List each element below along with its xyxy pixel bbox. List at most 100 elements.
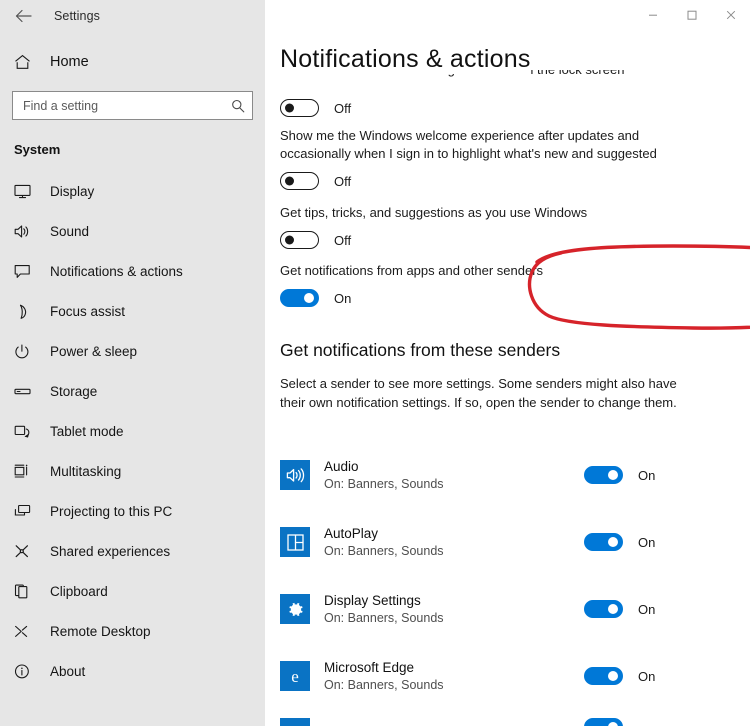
- moon-icon: [14, 304, 36, 319]
- setting-block-voip: Off: [280, 90, 351, 117]
- toggle-switch-welcome-experience[interactable]: [280, 172, 319, 190]
- list-item[interactable]: Audio On: Banners, Sounds On: [280, 450, 750, 500]
- sidebar-item-about[interactable]: About: [0, 651, 265, 691]
- sidebar-item-clipboard[interactable]: Clipboard: [0, 571, 265, 611]
- toggle-switch-voip[interactable]: [280, 99, 319, 117]
- sidebar-item-multitasking[interactable]: Multitasking: [0, 451, 265, 491]
- monitor-icon: [14, 184, 36, 199]
- remote-desktop-icon: [14, 624, 36, 639]
- toggle-row[interactable]: Off: [280, 231, 587, 249]
- toggle-switch-display-settings[interactable]: [584, 600, 623, 618]
- toggle-row[interactable]: On: [584, 667, 655, 685]
- toggle-switch-tips-tricks[interactable]: [280, 231, 319, 249]
- sidebar-item-home[interactable]: Home: [0, 43, 265, 81]
- tablet-icon: [14, 424, 36, 439]
- toggle-row[interactable]: Off: [280, 172, 700, 190]
- sender-status: On: Banners, Sounds: [324, 476, 444, 491]
- sidebar-item-label: Sound: [50, 223, 90, 239]
- clipboard-icon: [14, 584, 36, 599]
- list-item[interactable]: Display Settings On: Banners, Sounds On: [280, 584, 750, 634]
- toggle-state-label: On: [638, 534, 656, 550]
- toggle-state-label: On: [638, 467, 656, 483]
- edge-tile-icon: e: [280, 661, 310, 691]
- sender-meta: Audio On: Banners, Sounds: [324, 458, 444, 493]
- sender-meta: Microsoft Edge On: Banners, Sounds: [324, 659, 444, 694]
- setting-description: Get notifications from apps and other se…: [280, 263, 544, 278]
- sender-name: Microsoft Edge: [324, 659, 415, 675]
- toggle-row[interactable]: [584, 718, 623, 726]
- sidebar-item-label: Shared experiences: [50, 543, 171, 559]
- sidebar-item-label: Tablet mode: [50, 423, 124, 439]
- speaker-icon: [14, 224, 36, 239]
- power-icon: [14, 343, 36, 359]
- sidebar-home-label: Home: [50, 54, 89, 70]
- sidebar-item-shared-experiences[interactable]: Shared experiences: [0, 531, 265, 571]
- sidebar-item-tablet-mode[interactable]: Tablet mode: [0, 411, 265, 451]
- app-title: Settings: [54, 9, 100, 23]
- list-item[interactable]: AutoPlay On: Banners, Sounds On: [280, 517, 750, 567]
- sidebar-item-sound[interactable]: Sound: [0, 211, 265, 251]
- red-circle-annotation: [527, 244, 750, 330]
- svg-text:e: e: [291, 667, 299, 686]
- sidebar-item-storage[interactable]: Storage: [0, 371, 265, 411]
- settings-window: Settings Home System: [0, 0, 750, 726]
- sidebar-item-focus-assist[interactable]: Focus assist: [0, 291, 265, 331]
- toggle-row[interactable]: On: [584, 466, 655, 484]
- project-screen-icon: [14, 504, 36, 519]
- section-description: Select a sender to see more settings. So…: [280, 376, 677, 410]
- close-icon[interactable]: [711, 0, 750, 30]
- sidebar-item-projecting-to-this-pc[interactable]: Projecting to this PC: [0, 491, 265, 531]
- toggle-switch-microsoft-edge[interactable]: [584, 667, 623, 685]
- toggle-state-label: On: [638, 601, 656, 617]
- setting-block-notifications-from-apps: Get notifications from apps and other se…: [280, 262, 543, 307]
- setting-description: Show me the Windows welcome experience a…: [280, 128, 657, 161]
- minimize-icon[interactable]: [633, 0, 672, 30]
- toggle-switch-notifications-from-apps[interactable]: [280, 289, 319, 307]
- sidebar-item-label: Remote Desktop: [50, 623, 151, 639]
- setting-block-tips-tricks: Get tips, tricks, and suggestions as you…: [280, 204, 587, 249]
- toggle-row[interactable]: On: [584, 600, 655, 618]
- page-title: Notifications & actions: [280, 44, 531, 74]
- search-input[interactable]: [23, 98, 231, 113]
- toggle-row[interactable]: On: [584, 533, 655, 551]
- multitask-icon: [14, 464, 36, 479]
- chat-bubble-icon: [14, 264, 36, 279]
- toggle-state-label: Off: [334, 232, 352, 248]
- sidebar-item-display[interactable]: Display: [0, 171, 265, 211]
- sidebar-item-power-sleep[interactable]: Power & sleep: [0, 331, 265, 371]
- home-icon: [14, 54, 36, 70]
- list-item[interactable]: e Microsoft Edge On: Banners, Sounds On: [280, 651, 750, 701]
- gear-tile-icon: [280, 594, 310, 624]
- back-arrow-icon[interactable]: [10, 3, 36, 29]
- sender-name: AutoPlay: [324, 525, 379, 541]
- search-icon[interactable]: [231, 99, 245, 113]
- main-panel: Show reminders and incoming VoIP calls o…: [265, 0, 750, 726]
- sidebar-group-title: System: [14, 142, 61, 157]
- sidebar-item-label: Projecting to this PC: [50, 503, 173, 519]
- setting-description: Get tips, tricks, and suggestions as you…: [280, 205, 588, 220]
- setting-block-welcome-experience: Show me the Windows welcome experience a…: [280, 127, 700, 190]
- sidebar-item-remote-desktop[interactable]: Remote Desktop: [0, 611, 265, 651]
- toggle-state-label: Off: [334, 100, 352, 116]
- toggle-row[interactable]: On: [280, 289, 543, 307]
- toggle-state-label: Off: [334, 173, 352, 189]
- toggle-row[interactable]: Off: [280, 99, 351, 117]
- autoplay-tile-icon: [280, 527, 310, 557]
- sidebar-item-label: Focus assist: [50, 303, 126, 319]
- sidebar-item-label: Storage: [50, 383, 98, 399]
- toggle-switch-audio[interactable]: [584, 466, 623, 484]
- sender-status: On: Banners, Sounds: [324, 677, 444, 692]
- next-sender-tile-icon: [280, 718, 310, 726]
- sender-name: Audio: [324, 458, 359, 474]
- sidebar-item-label: Clipboard: [50, 583, 108, 599]
- maximize-icon[interactable]: [672, 0, 711, 30]
- toggle-switch-autoplay[interactable]: [584, 533, 623, 551]
- search-box[interactable]: [12, 91, 253, 120]
- sidebar-item-notifications-actions[interactable]: Notifications & actions: [0, 251, 265, 291]
- list-item-partial[interactable]: [280, 718, 750, 726]
- toggle-switch-next-sender[interactable]: [584, 718, 623, 726]
- sidebar-item-label: Notifications & actions: [50, 263, 183, 279]
- drive-icon: [14, 384, 36, 399]
- sender-status: On: Banners, Sounds: [324, 610, 444, 625]
- toggle-state-label: On: [334, 290, 352, 306]
